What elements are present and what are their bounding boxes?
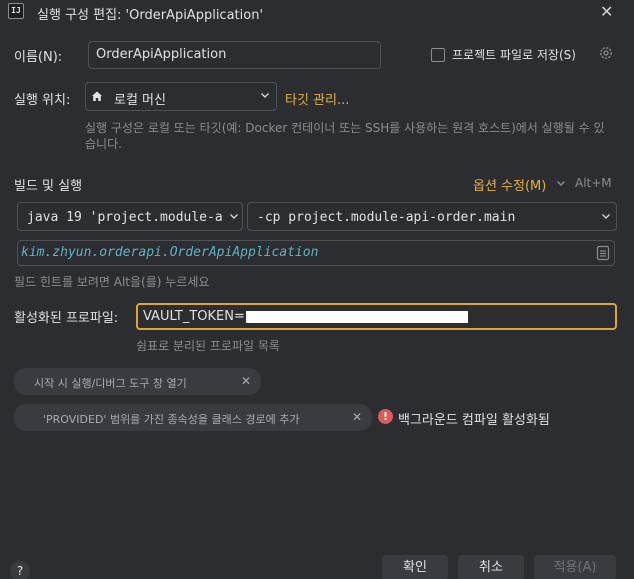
store-as-project-file-label[interactable]: 프로젝트 파일로 저장(S) <box>452 46 576 63</box>
chevron-down-icon <box>229 211 239 224</box>
modify-options-chevron-icon[interactable] <box>556 178 566 191</box>
remove-option-icon[interactable]: ✕ <box>241 374 251 388</box>
manage-targets-link[interactable]: 타깃 관리... <box>285 89 349 108</box>
classpath-select[interactable]: -cp project.module-api-order.main <box>247 202 617 231</box>
name-field-value: OrderApiApplication <box>96 47 227 62</box>
name-field[interactable]: OrderApiApplication <box>88 41 381 69</box>
main-class-value: kim.zhyun.orderapi.OrderApiApplication <box>21 245 319 260</box>
build-and-run-section-label: 빌드 및 실행 <box>14 179 83 194</box>
field-hint-text: 필드 힌트를 보려면 Alt을(를) 누르세요 <box>14 275 210 289</box>
active-profiles-field[interactable]: VAULT_TOKEN= <box>136 303 617 330</box>
run-on-value: 로컬 머신 <box>114 93 166 108</box>
open-tool-window-label: 시작 시 실행/디버그 도구 창 열기 <box>34 377 187 390</box>
gear-icon[interactable] <box>598 45 614 61</box>
cancel-button[interactable]: 취소 <box>458 555 524 579</box>
chevron-down-icon <box>601 211 611 224</box>
open-tool-window-option[interactable]: 시작 시 실행/디버그 도구 창 열기 ✕ <box>14 368 261 395</box>
close-icon[interactable]: ✕ <box>600 4 613 20</box>
redacted-token <box>246 311 468 323</box>
add-provided-scope-label: 'PROVIDED' 범위를 가진 종속성을 클래스 경로에 추가 <box>43 413 300 426</box>
active-profiles-label: 활성화된 프로파일: <box>14 311 119 326</box>
active-profiles-value: VAULT_TOKEN= <box>143 309 245 324</box>
jre-select[interactable]: java 19 'project.module-ap <box>17 202 243 231</box>
modify-options-shortcut: Alt+M <box>575 176 612 190</box>
dialog-title: 실행 구성 편집: 'OrderApiApplication' <box>37 8 264 23</box>
run-on-label: 실행 위치: <box>14 93 71 108</box>
error-icon: ! <box>378 409 393 424</box>
help-icon[interactable]: ? <box>10 561 30 579</box>
intellij-app-icon: IJ <box>8 3 24 19</box>
title-bar: IJ 실행 구성 편집: 'OrderApiApplication' ✕ <box>0 0 634 28</box>
active-profiles-hint: 쉼표로 분리된 프로파일 목록 <box>136 339 280 353</box>
name-label: 이름(N): <box>14 50 63 65</box>
background-compile-warning: 백그라운드 컴파일 활성화됨 <box>398 413 550 428</box>
apply-button[interactable]: 적용(A) <box>534 555 616 579</box>
home-icon <box>90 89 104 103</box>
add-provided-scope-option[interactable]: 'PROVIDED' 범위를 가진 종속성을 클래스 경로에 추가 ✕ <box>14 404 372 431</box>
main-class-field[interactable]: kim.zhyun.orderapi.OrderApiApplication <box>17 240 615 266</box>
run-on-select[interactable]: 로컬 머신 <box>85 82 277 111</box>
jre-value: java 19 'project.module-ap <box>27 210 222 225</box>
classpath-value: -cp project.module-api-order.main <box>257 210 516 225</box>
remove-option-icon[interactable]: ✕ <box>352 410 362 424</box>
ok-button[interactable]: 확인 <box>382 555 448 579</box>
chevron-down-icon <box>260 90 270 103</box>
run-on-description: 실행 구성은 로컬 또는 타깃(예: Docker 컨테이너 또는 SSH를 사… <box>85 121 605 151</box>
store-as-project-file-checkbox[interactable] <box>431 48 445 62</box>
modify-options-link[interactable]: 옵션 수정(M) <box>473 175 546 194</box>
browse-icon[interactable] <box>596 245 610 261</box>
